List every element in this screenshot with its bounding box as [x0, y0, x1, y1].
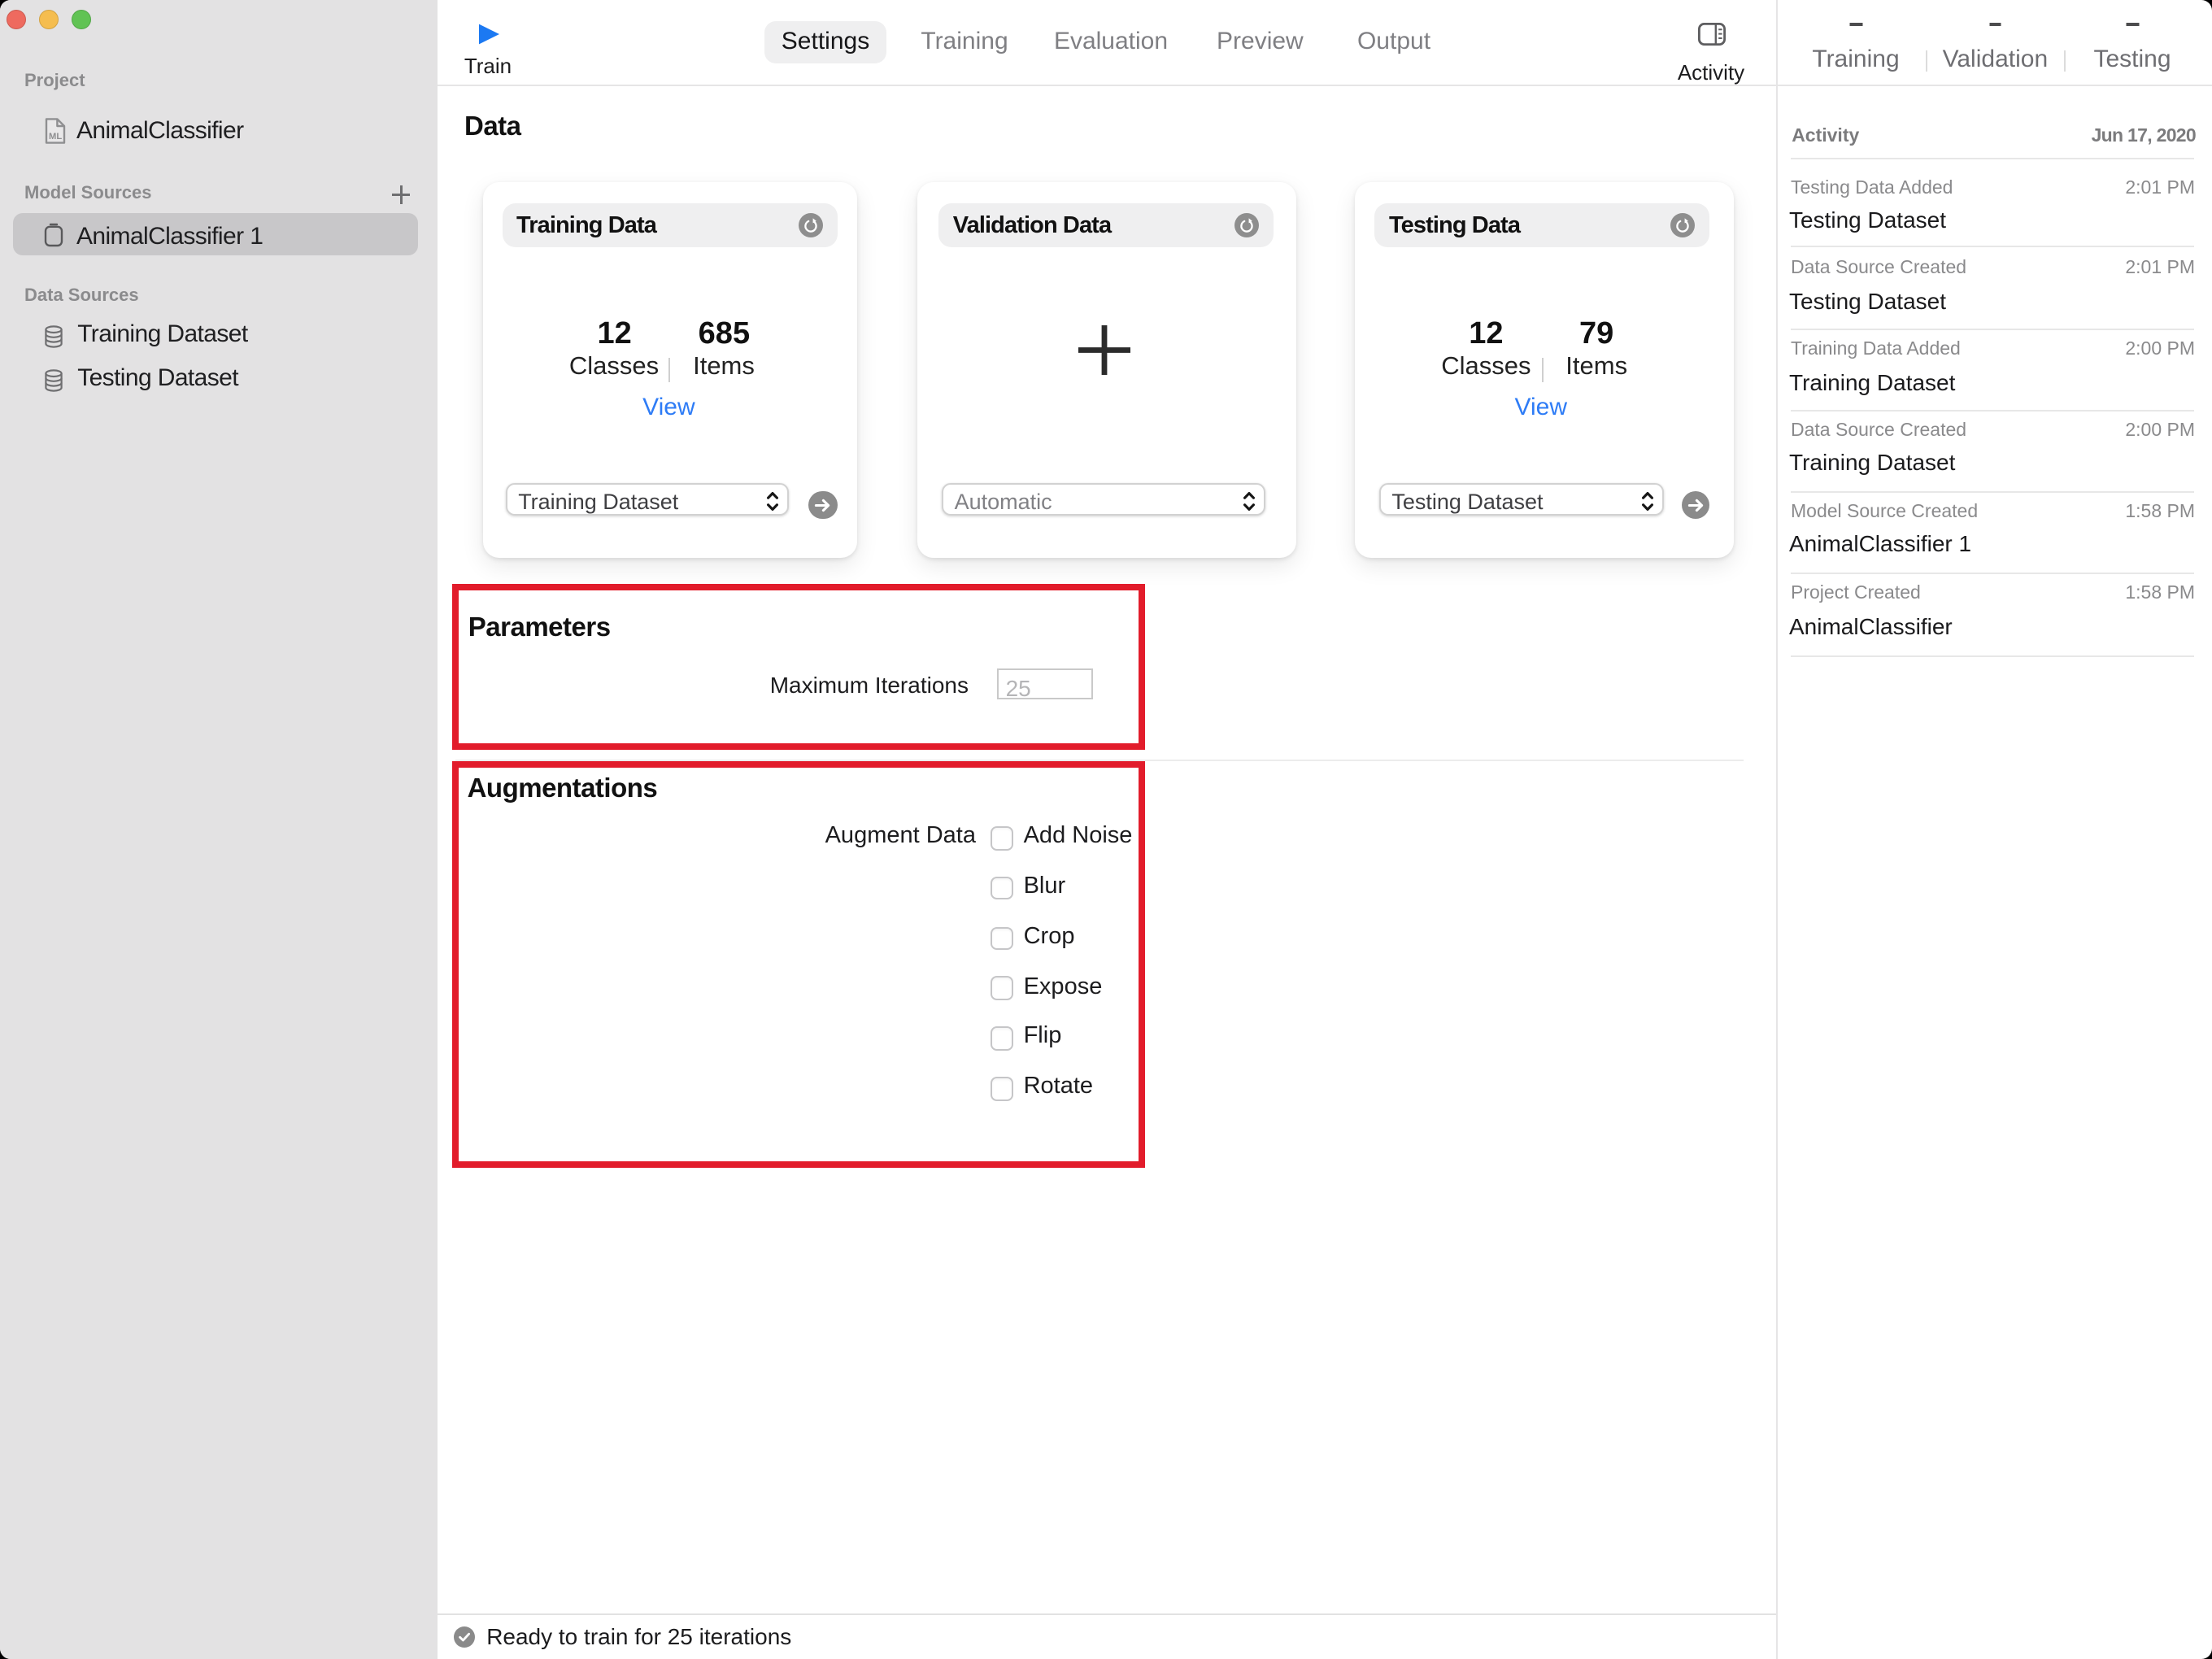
svg-text:ML: ML — [49, 132, 62, 142]
